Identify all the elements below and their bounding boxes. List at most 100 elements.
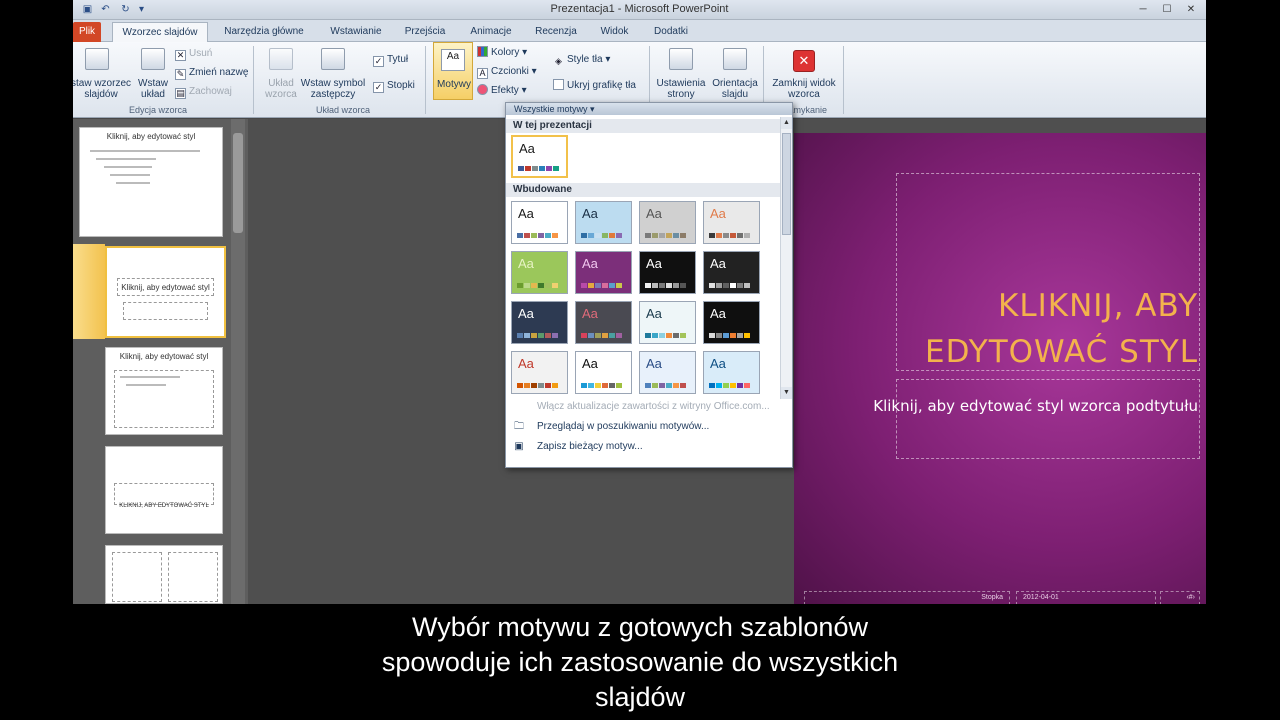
- date-placeholder[interactable]: 2012-04-01: [1016, 591, 1156, 604]
- swatch: [552, 333, 558, 338]
- tab-view[interactable]: Widok: [592, 22, 637, 42]
- theme-preview-text: Aa: [518, 356, 534, 371]
- thumbnail-title-layout[interactable]: Kliknij, aby edytować styl: [105, 246, 226, 338]
- thumbnail-title-box: [114, 483, 214, 505]
- checkbox-checked-icon: ✓: [373, 82, 384, 93]
- swatch: [723, 283, 729, 288]
- scrollbar-thumb[interactable]: [782, 133, 791, 235]
- scroll-up-icon[interactable]: ▲: [781, 117, 792, 129]
- maximize-icon[interactable]: ☐: [1156, 2, 1178, 17]
- tab-review[interactable]: Recenzja: [529, 22, 583, 42]
- rename-button[interactable]: ✎ Zmień nazwę: [175, 66, 248, 80]
- effects-button[interactable]: Efekty ▾: [477, 84, 527, 98]
- colors-icon: [477, 46, 488, 57]
- delete-icon: ✕: [175, 50, 186, 61]
- minimize-icon[interactable]: ─: [1132, 2, 1154, 17]
- swatch: [545, 333, 551, 338]
- theme-tile[interactable]: Aa: [575, 251, 632, 294]
- tab-home[interactable]: Narzędzia główne: [216, 22, 312, 42]
- insert-placeholder-button[interactable]: Wstaw symbol zastępczy: [297, 78, 369, 100]
- swatch: [730, 383, 736, 388]
- close-window-icon[interactable]: ✕: [1180, 2, 1202, 17]
- caption-line: spowoduje ich zastosowanie do wszystkich: [381, 647, 899, 677]
- swatch: [595, 333, 601, 338]
- theme-color-swatches: [517, 233, 558, 238]
- theme-tile[interactable]: Aa: [703, 301, 760, 344]
- theme-tile[interactable]: Aa: [511, 301, 568, 344]
- tab-addins[interactable]: Dodatki: [645, 22, 697, 42]
- themes-button[interactable]: Aa Motywy: [433, 42, 473, 100]
- insert-layout-button[interactable]: Wstaw układ: [135, 78, 171, 100]
- colors-button[interactable]: Kolory ▾: [477, 46, 527, 60]
- tab-file[interactable]: Plik: [73, 22, 101, 42]
- swatch: [532, 166, 538, 171]
- theme-tile[interactable]: Aa: [575, 201, 632, 244]
- fonts-button[interactable]: A Czcionki ▾: [477, 65, 537, 79]
- close-master-view-button[interactable]: Zamknij widok wzorca: [767, 78, 841, 100]
- background-styles-icon: ◈: [555, 56, 562, 66]
- fonts-label: Czcionki: [491, 66, 529, 77]
- slide-number-placeholder[interactable]: ‹#›: [1160, 591, 1200, 604]
- scrollbar-thumb[interactable]: [233, 133, 243, 233]
- theme-tile[interactable]: Aa: [639, 351, 696, 394]
- tab-slide-master[interactable]: Wzorzec slajdów: [112, 22, 208, 42]
- save-current-theme-item[interactable]: ▣ Zapisz bieżący motyw...: [506, 437, 792, 457]
- slide-canvas[interactable]: KLIKNIJ, ABY EDYTOWAĆ STYL Kliknij, aby …: [794, 133, 1206, 604]
- thumbnail-content-layout[interactable]: Kliknij, aby edytować styl: [105, 347, 223, 435]
- tab-transitions[interactable]: Przejścia: [399, 22, 451, 42]
- hide-background-checkbox[interactable]: Ukryj grafikę tła: [553, 79, 636, 93]
- theme-preview-text: Aa: [646, 306, 662, 321]
- theme-tile[interactable]: Aa: [703, 351, 760, 394]
- insert-master-button[interactable]: stаw wzorzec slajdów: [73, 78, 131, 100]
- swatch: [581, 283, 587, 288]
- enable-content-updates-item[interactable]: Włącz aktualizacje zawartości z witryny …: [506, 397, 792, 417]
- footers-checkbox[interactable]: ✓ Stopki: [373, 79, 415, 93]
- theme-color-swatches: [517, 283, 558, 288]
- master-layout-button[interactable]: Układ wzorca: [261, 78, 301, 100]
- theme-tile[interactable]: Aa: [639, 251, 696, 294]
- title-checkbox[interactable]: ✓ Tytuł: [373, 53, 408, 67]
- swatch: [581, 333, 587, 338]
- tab-insert[interactable]: Wstawianie: [323, 22, 389, 42]
- theme-preview-text: Aa: [646, 256, 662, 271]
- swatch: [517, 383, 523, 388]
- theme-tile[interactable]: Aa: [639, 201, 696, 244]
- theme-color-swatches: [645, 283, 686, 288]
- title-bar: ▣ ↶ ↻ ▾ Prezentacja1 - Microsoft PowerPo…: [73, 0, 1206, 20]
- gallery-scrollbar[interactable]: ▲ ▼: [780, 117, 792, 399]
- subtitle-placeholder[interactable]: [896, 379, 1200, 459]
- theme-tile[interactable]: Aa: [511, 351, 568, 394]
- footer-placeholder[interactable]: Stopka: [804, 591, 1010, 604]
- theme-tile[interactable]: Aa: [511, 201, 568, 244]
- swatch: [545, 383, 551, 388]
- slide-orientation-button[interactable]: Orientacja slajdu: [709, 78, 761, 100]
- delete-button[interactable]: ✕ Usuń: [175, 47, 212, 61]
- swatch: [723, 233, 729, 238]
- theme-tile[interactable]: Aa: [639, 301, 696, 344]
- page-setup-button[interactable]: Ustawienia strony: [653, 78, 709, 100]
- thumbnail-text-line: [96, 158, 156, 160]
- thumbnail-text-line: [90, 150, 200, 152]
- thumbnail-title: Kliknij, aby edytować styl: [106, 132, 196, 141]
- swatch: [680, 383, 686, 388]
- theme-tile[interactable]: Aa: [575, 351, 632, 394]
- theme-current[interactable]: Aa: [511, 135, 568, 178]
- powerpoint-window: ▣ ↶ ↻ ▾ Prezentacja1 - Microsoft PowerPo…: [73, 0, 1206, 604]
- swatch: [602, 283, 608, 288]
- thumbnail-master[interactable]: Kliknij, aby edytować styl: [79, 127, 223, 237]
- thumbnail-two-content-layout[interactable]: [105, 545, 223, 604]
- background-styles-button[interactable]: ◈ Style tła ▾: [553, 53, 610, 67]
- thumbnails-scrollbar[interactable]: [231, 119, 245, 604]
- thumbnail-section-layout[interactable]: KLIKNIJ, ABY EDYTOWAĆ STYL: [105, 446, 223, 534]
- tab-animations[interactable]: Animacje: [461, 22, 521, 42]
- theme-preview-text: Aa: [710, 306, 726, 321]
- theme-tile[interactable]: Aa: [703, 251, 760, 294]
- swatch: [616, 283, 622, 288]
- swatch: [709, 233, 715, 238]
- theme-tile[interactable]: Aa: [575, 301, 632, 344]
- browse-themes-item[interactable]: 🗀 Przeglądaj w poszukiwaniu motywów...: [506, 417, 792, 437]
- theme-tile[interactable]: Aa: [511, 251, 568, 294]
- preserve-button[interactable]: ▤ Zachowaj: [175, 85, 232, 99]
- theme-tile[interactable]: Aa: [703, 201, 760, 244]
- gallery-filter-header[interactable]: Wszystkie motywy ▾: [506, 103, 792, 115]
